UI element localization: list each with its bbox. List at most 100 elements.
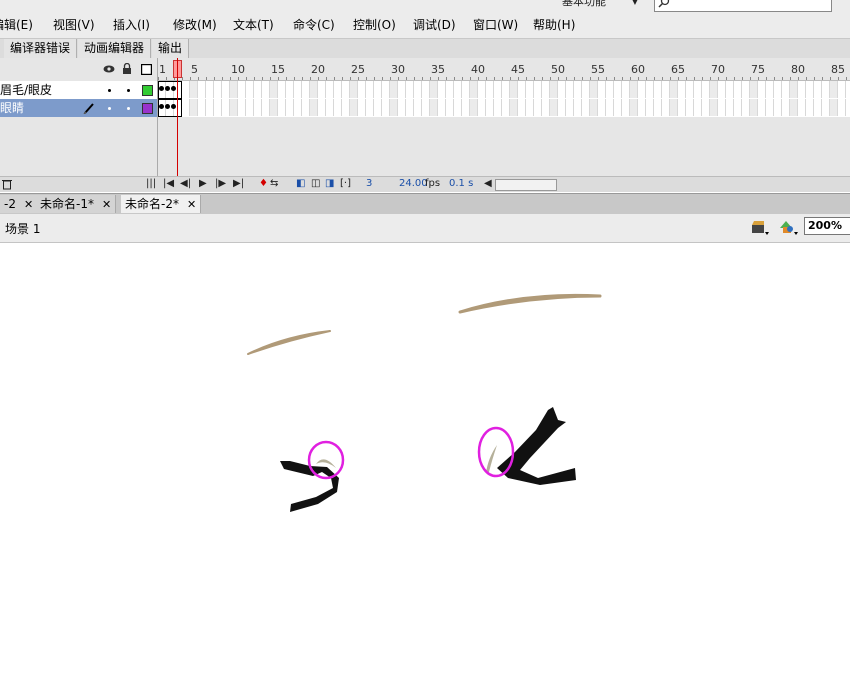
- frame-cell[interactable]: [814, 81, 822, 98]
- frame-cell[interactable]: [734, 99, 742, 116]
- search-input[interactable]: [673, 0, 827, 11]
- frame-cell[interactable]: [486, 99, 494, 116]
- frame-cell[interactable]: [502, 81, 510, 98]
- frame-cell[interactable]: [326, 99, 334, 116]
- loop-icon[interactable]: ⇆: [270, 178, 278, 189]
- frame-rate[interactable]: 24.00: [399, 178, 428, 189]
- frame-cell[interactable]: [702, 99, 710, 116]
- frame-cell[interactable]: [590, 81, 598, 98]
- frame-cell[interactable]: [406, 99, 414, 116]
- frame-cell[interactable]: [190, 99, 198, 116]
- frame-cell[interactable]: [230, 99, 238, 116]
- frame-cell[interactable]: [790, 99, 798, 116]
- frame-cell[interactable]: [542, 81, 550, 98]
- frame-cell[interactable]: [510, 99, 518, 116]
- frame-cell[interactable]: [446, 81, 454, 98]
- frame-cell[interactable]: [638, 81, 646, 98]
- edit-multiple-frames-icon[interactable]: ◨: [325, 178, 334, 189]
- frame-cell[interactable]: [822, 99, 830, 116]
- frame-cell[interactable]: [598, 81, 606, 98]
- frame-cell[interactable]: [438, 81, 446, 98]
- frame-cell[interactable]: [382, 99, 390, 116]
- outline-icon[interactable]: [141, 64, 152, 75]
- frame-cell[interactable]: [462, 81, 470, 98]
- frame-cell[interactable]: [750, 99, 758, 116]
- visibility-dot[interactable]: [108, 89, 111, 92]
- frame-cell[interactable]: [614, 81, 622, 98]
- frame-cell[interactable]: [622, 81, 630, 98]
- frame-cell[interactable]: [206, 99, 214, 116]
- frame-cell[interactable]: [414, 99, 422, 116]
- frame-ruler[interactable]: 1 5 10 15 20 25 30 35 40 45 50 55 60 65 70 75 80 85: [158, 58, 850, 81]
- frame-cell[interactable]: [374, 81, 382, 98]
- zoom-control[interactable]: 200%: [804, 217, 850, 235]
- tab-compiler-errors[interactable]: 编译器错误: [4, 39, 78, 58]
- frame-cell[interactable]: [478, 81, 486, 98]
- help-search[interactable]: [654, 0, 832, 12]
- frame-cell[interactable]: [334, 99, 342, 116]
- frame-cell[interactable]: [390, 81, 398, 98]
- menu-commands[interactable]: 命令(C): [293, 16, 335, 34]
- frame-cell[interactable]: [294, 81, 302, 98]
- frame-cell[interactable]: [286, 81, 294, 98]
- frame-cell[interactable]: [726, 99, 734, 116]
- frame-cell[interactable]: [566, 99, 574, 116]
- frame-cell[interactable]: [582, 99, 590, 116]
- frame-cell[interactable]: [294, 99, 302, 116]
- frame-cell[interactable]: [222, 81, 230, 98]
- close-icon[interactable]: ✕: [24, 198, 33, 211]
- frame-cell[interactable]: [406, 81, 414, 98]
- frame-cell[interactable]: [334, 81, 342, 98]
- modify-markers-icon[interactable]: [·]: [340, 178, 351, 189]
- menu-control[interactable]: 控制(O): [353, 16, 396, 34]
- frame-cell[interactable]: [534, 81, 542, 98]
- frame-cell[interactable]: [662, 99, 670, 116]
- stage-canvas[interactable]: [0, 243, 850, 688]
- frame-cell[interactable]: [278, 81, 286, 98]
- frame-cell[interactable]: [302, 99, 310, 116]
- lock-icon[interactable]: [122, 63, 132, 74]
- frame-cell[interactable]: [558, 81, 566, 98]
- menu-text[interactable]: 文本(T): [233, 16, 274, 34]
- edit-scene-icon[interactable]: [751, 220, 769, 236]
- visibility-dot[interactable]: [108, 107, 111, 110]
- close-icon[interactable]: ✕: [102, 198, 111, 211]
- frame-cell[interactable]: [342, 81, 350, 98]
- frame-cell[interactable]: [662, 81, 670, 98]
- frame-cell[interactable]: [270, 99, 278, 116]
- frame-cell[interactable]: [806, 99, 814, 116]
- menu-help[interactable]: 帮助(H): [533, 16, 575, 34]
- menu-edit[interactable]: 编辑(E): [0, 16, 33, 34]
- eye-icon[interactable]: [103, 64, 115, 74]
- frame-cell[interactable]: [494, 99, 502, 116]
- menu-insert[interactable]: 插入(I): [113, 16, 150, 34]
- menu-debug[interactable]: 调试(D): [413, 16, 456, 34]
- edit-symbols-icon[interactable]: [778, 219, 800, 236]
- workspace-switcher[interactable]: 基本功能 ▼: [562, 0, 640, 10]
- frame-cell[interactable]: [510, 81, 518, 98]
- frame-cell[interactable]: [550, 99, 558, 116]
- frame-cell[interactable]: [606, 81, 614, 98]
- frame-cell[interactable]: [478, 99, 486, 116]
- frame-cell[interactable]: [222, 99, 230, 116]
- frame-cell[interactable]: [782, 81, 790, 98]
- frame-cell[interactable]: [262, 99, 270, 116]
- frame-cell[interactable]: [550, 81, 558, 98]
- frame-cell[interactable]: [830, 99, 838, 116]
- frame-cell[interactable]: [574, 99, 582, 116]
- frame-cell[interactable]: [534, 99, 542, 116]
- frame-cell[interactable]: [702, 81, 710, 98]
- frame-cell[interactable]: [326, 81, 334, 98]
- frame-cell[interactable]: [838, 81, 846, 98]
- menu-window[interactable]: 窗口(W): [473, 16, 518, 34]
- frame-cell[interactable]: [470, 81, 478, 98]
- scroll-handle-icon[interactable]: |||: [146, 178, 156, 189]
- frame-cell[interactable]: [238, 81, 246, 98]
- frame-cell[interactable]: [318, 99, 326, 116]
- frame-cell[interactable]: [526, 81, 534, 98]
- frame-cell[interactable]: [846, 99, 850, 116]
- frame-cell[interactable]: [318, 81, 326, 98]
- frame-cell[interactable]: [398, 81, 406, 98]
- frame-cell[interactable]: [782, 99, 790, 116]
- frame-cell[interactable]: [278, 99, 286, 116]
